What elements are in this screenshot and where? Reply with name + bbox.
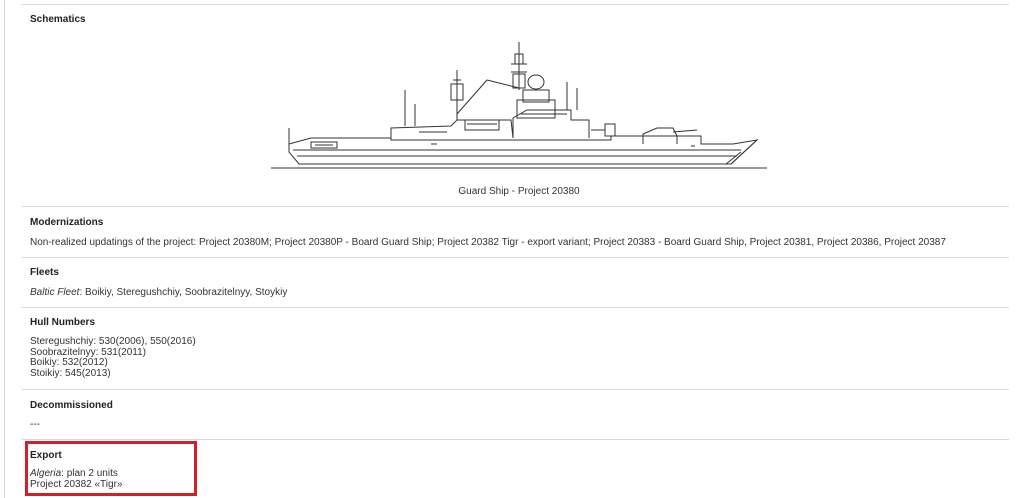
section-divider [22,307,1009,308]
section-divider [22,206,1009,207]
ship-schematic-image [271,42,767,169]
fleets-text: Baltic Fleet: Boikiy, Steregushchiy, Soo… [30,287,287,298]
hull-number-line: Stoikiy: 545(2013) [30,367,111,379]
section-divider [22,4,1009,5]
section-divider [22,257,1009,258]
section-divider [22,439,1009,440]
hull-number-line: Boikiy: 532(2012) [30,357,108,368]
modernizations-heading: Modernizations [30,217,104,228]
hull-numbers-list: Steregushchiy: 530(2006), 550(2016) Soob… [30,336,196,379]
left-border [4,0,5,498]
export-highlight-box [25,441,197,496]
schematics-heading: Schematics [30,14,86,25]
decommissioned-text: --- [30,419,40,430]
fleet-ships: : Boikiy, Steregushchiy, Soobrazitelnyy,… [79,287,288,298]
modernizations-text: Non-realized updatings of the project: P… [30,237,946,248]
fleets-heading: Fleets [30,267,59,278]
ship-details-panel: Schematics Guard Ship - Project 20380 Mo… [22,0,1009,498]
decommissioned-heading: Decommissioned [30,400,113,411]
section-divider [22,389,1009,390]
hull-number-line: Steregushchiy: 530(2006), 550(2016) [30,336,196,347]
schematic-caption: Guard Ship - Project 20380 [458,186,580,197]
hull-numbers-heading: Hull Numbers [30,317,96,328]
fleet-name: Baltic Fleet [30,287,80,298]
